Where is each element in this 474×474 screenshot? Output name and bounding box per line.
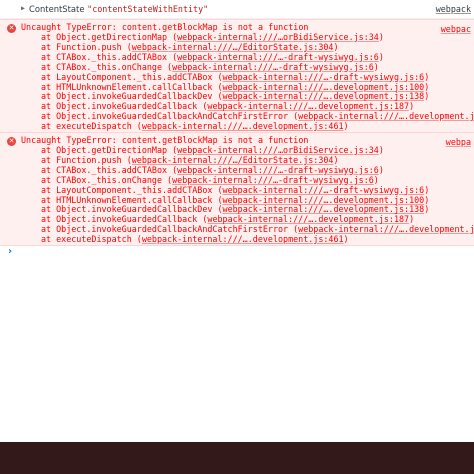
stack-frame-close: ) — [378, 32, 384, 42]
stack-frame: at executeDispatch (webpack-internal:///… — [41, 234, 349, 245]
stack-frame-close: ) — [409, 214, 415, 225]
stack-frame-close: ) — [333, 41, 339, 52]
stack-frame-close: ) — [343, 234, 349, 245]
error-source-link[interactable]: webpa — [446, 137, 471, 147]
stack-frame-link[interactable]: webpack-internal:///…orBidiService.js:34 — [177, 32, 379, 42]
stack-frame-function: at Object.invokeGuardedCallbackAndCatchF… — [41, 224, 299, 235]
bottom-bar — [0, 442, 474, 474]
stack-frame-close: ) — [424, 204, 430, 215]
stack-frame-function: at HTMLUnknownElement.callCallback ( — [41, 194, 223, 205]
stack-frame-link[interactable]: webpack-internal:///….development.j — [298, 224, 474, 234]
log-message: ContentState "contentStateWithEntity" — [29, 4, 208, 14]
log-string-value: "contentStateWithEntity" — [87, 4, 209, 14]
stack-frame-close: ) — [378, 145, 384, 155]
stack-frame-close: ) — [343, 121, 349, 132]
stack-frame-function: at executeDispatch ( — [41, 121, 142, 132]
expand-triangle-icon[interactable]: ▶ — [21, 4, 25, 12]
error-icon: ✕ — [7, 24, 16, 33]
stack-frame-link[interactable]: webpack-internal:///….development.js:138 — [223, 204, 425, 214]
console-log-entry[interactable]: ▶ ContentState "contentStateWithEntity" … — [0, 0, 474, 19]
stack-frame-link[interactable]: webpack-internal:///….development.js:138 — [223, 91, 425, 101]
stack-frame-close: ) — [409, 101, 415, 112]
log-label: ContentState — [29, 4, 85, 14]
stack-frame-function: at Object.getDirectionMap ( — [41, 145, 178, 155]
stack-frame-function: at CTABox._this.onChange ( — [41, 61, 173, 72]
stack-frame-function: at CTABox._this.addCTABox ( — [41, 51, 178, 62]
error-source-link[interactable]: webpac — [441, 24, 471, 34]
console-error-entry[interactable]: ✕ Uncaught TypeError: content.getBlockMa… — [0, 132, 474, 246]
stack-frame-link[interactable]: webpack-internal:///….development.js:461 — [142, 234, 344, 244]
stack-frame-close: ) — [373, 174, 379, 185]
stack-frame-close: ) — [378, 164, 384, 175]
stack-frame-link[interactable]: webpack-internal:///….development.js:461 — [142, 121, 344, 131]
stack-frame-close: ) — [424, 184, 430, 195]
stack-frame: at executeDispatch (webpack-internal:///… — [41, 121, 349, 132]
stack-frame-function: at Object.invokeGuardedCallbackDev ( — [41, 204, 223, 215]
stack-frame-close: ) — [424, 194, 430, 205]
stack-frame-link[interactable]: webpack-internal:///…-draft-wysiwyg.js:6 — [223, 185, 425, 195]
stack-frame-link[interactable]: webpack-internal:///…/EditorState.js:304 — [132, 42, 334, 52]
stack-frame-link[interactable]: webpack-internal:///…-draft-wysiwyg.js:6 — [172, 62, 374, 72]
stack-frame-link[interactable]: webpack-internal:///….development.js:100 — [223, 195, 425, 205]
stack-frame-link[interactable]: webpack-internal:///…-draft-wysiwyg.js:6 — [177, 165, 379, 175]
stack-frame-function: at executeDispatch ( — [41, 234, 142, 245]
stack-frame-link[interactable]: webpack-internal:///…orBidiService.js:34 — [177, 145, 379, 155]
stack-frame-function: at Object.invokeGuardedCallback ( — [41, 101, 208, 112]
stack-frame-link[interactable]: webpack-internal:///…-draft-wysiwyg.js:6 — [172, 175, 374, 185]
stack-frame-function: at HTMLUnknownElement.callCallback ( — [41, 81, 223, 92]
stack-frame-close: ) — [373, 61, 379, 72]
stack-frame-function: at Object.invokeGuardedCallbackAndCatchF… — [41, 111, 299, 122]
stack-frame-link[interactable]: webpack-internal:///…/EditorState.js:304 — [132, 155, 334, 165]
log-source-link[interactable]: webpack — [436, 4, 471, 14]
stack-frame-link[interactable]: webpack-internal:///….development.js:187 — [207, 214, 409, 224]
stack-frame-link[interactable]: webpack-internal:///….development.j — [298, 111, 474, 121]
stack-frame-link[interactable]: webpack-internal:///….development.js:187 — [207, 101, 409, 111]
console-error-entry[interactable]: ✕ Uncaught TypeError: content.getBlockMa… — [0, 19, 474, 133]
stack-frame-link[interactable]: webpack-internal:///…-draft-wysiwyg.js:6 — [223, 72, 425, 82]
stack-frame-function: at LayoutComponent._this.addCTABox ( — [41, 184, 223, 195]
stack-frame-link[interactable]: webpack-internal:///…-draft-wysiwyg.js:6 — [177, 52, 379, 62]
stack-frame-close: ) — [424, 71, 430, 82]
stack-frame-function: at CTABox._this.addCTABox ( — [41, 164, 178, 175]
stack-frame-function: at CTABox._this.onChange ( — [41, 174, 173, 185]
stack-frame-close: ) — [424, 91, 430, 102]
console-prompt-icon[interactable]: › — [8, 246, 12, 257]
stack-frame-close: ) — [333, 154, 339, 165]
stack-frame-function: at Object.invokeGuardedCallback ( — [41, 214, 208, 225]
stack-frame-link[interactable]: webpack-internal:///….development.js:100 — [223, 82, 425, 92]
stack-frame-function: at LayoutComponent._this.addCTABox ( — [41, 71, 223, 82]
stack-frame-function: at Object.invokeGuardedCallbackDev ( — [41, 91, 223, 102]
stack-frame-close: ) — [378, 51, 384, 62]
error-icon: ✕ — [7, 137, 16, 146]
stack-frame-function: at Object.getDirectionMap ( — [41, 32, 178, 42]
stack-frame-function: at Function.push ( — [41, 41, 132, 52]
stack-frame-function: at Function.push ( — [41, 154, 132, 165]
stack-frame-close: ) — [424, 81, 430, 92]
